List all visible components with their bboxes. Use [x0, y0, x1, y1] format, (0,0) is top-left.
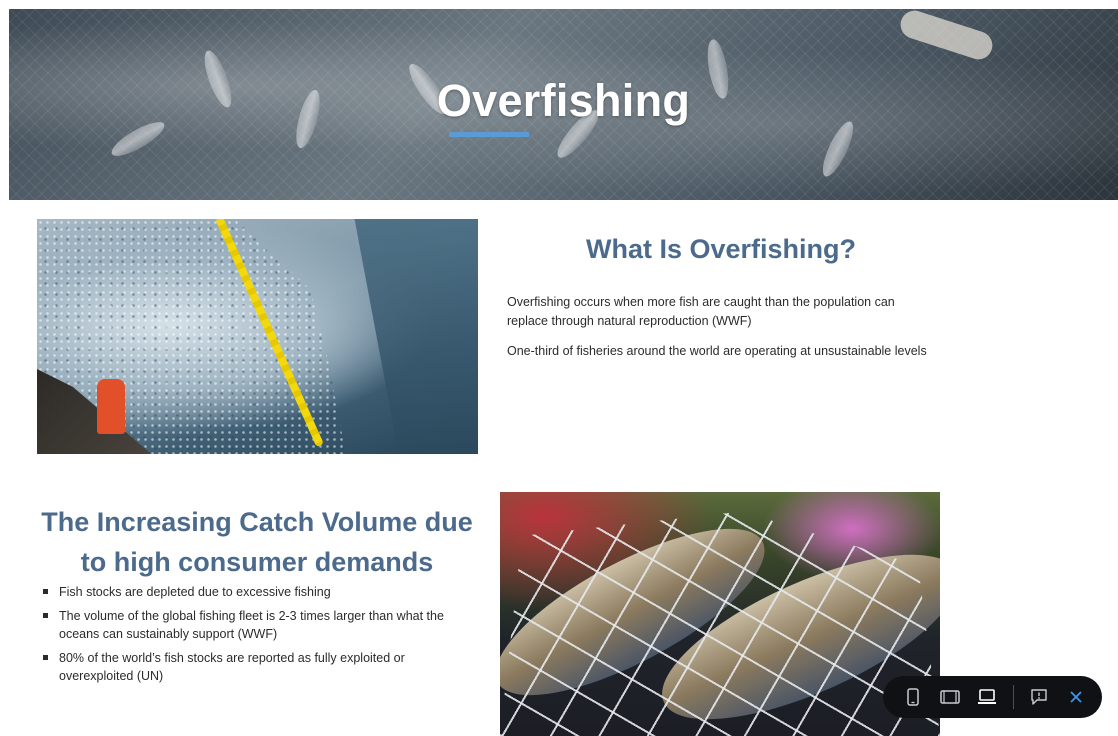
paragraph: Overfishing occurs when more fish are ca… — [507, 295, 895, 328]
fishing-boat-image — [37, 219, 478, 454]
feedback-icon[interactable] — [1028, 685, 1051, 709]
page-title: Overfishing — [436, 75, 691, 126]
phone-view-icon[interactable] — [901, 685, 924, 709]
toolbar-divider — [1012, 685, 1014, 709]
title-underline — [449, 132, 529, 137]
image-grill-basket — [500, 511, 940, 736]
desktop-view-icon[interactable] — [975, 685, 998, 709]
image-fisherman — [97, 379, 125, 434]
paragraph: One-third of fisheries around the world … — [507, 344, 927, 358]
close-icon[interactable] — [1065, 685, 1088, 709]
catch-volume-bullet-list: Fish stocks are depleted due to excessiv… — [43, 583, 473, 691]
hero-banner: Overfishing — [9, 9, 1118, 200]
grilled-fish-image — [500, 492, 940, 736]
tablet-view-icon[interactable] — [938, 685, 961, 709]
device-preview-toolbar — [883, 676, 1102, 718]
section-heading-catch-volume: The Increasing Catch Volume due to high … — [41, 507, 473, 577]
list-item: 80% of the world’s fish stocks are repor… — [43, 649, 473, 686]
section-heading-what-is-overfishing: What Is Overfishing? — [585, 234, 857, 264]
list-item: Fish stocks are depleted due to excessiv… — [43, 583, 473, 602]
list-item: The volume of the global fishing fleet i… — [43, 607, 473, 644]
section-body-what-is-overfishing: Overfishing occurs when more fish are ca… — [507, 293, 927, 373]
